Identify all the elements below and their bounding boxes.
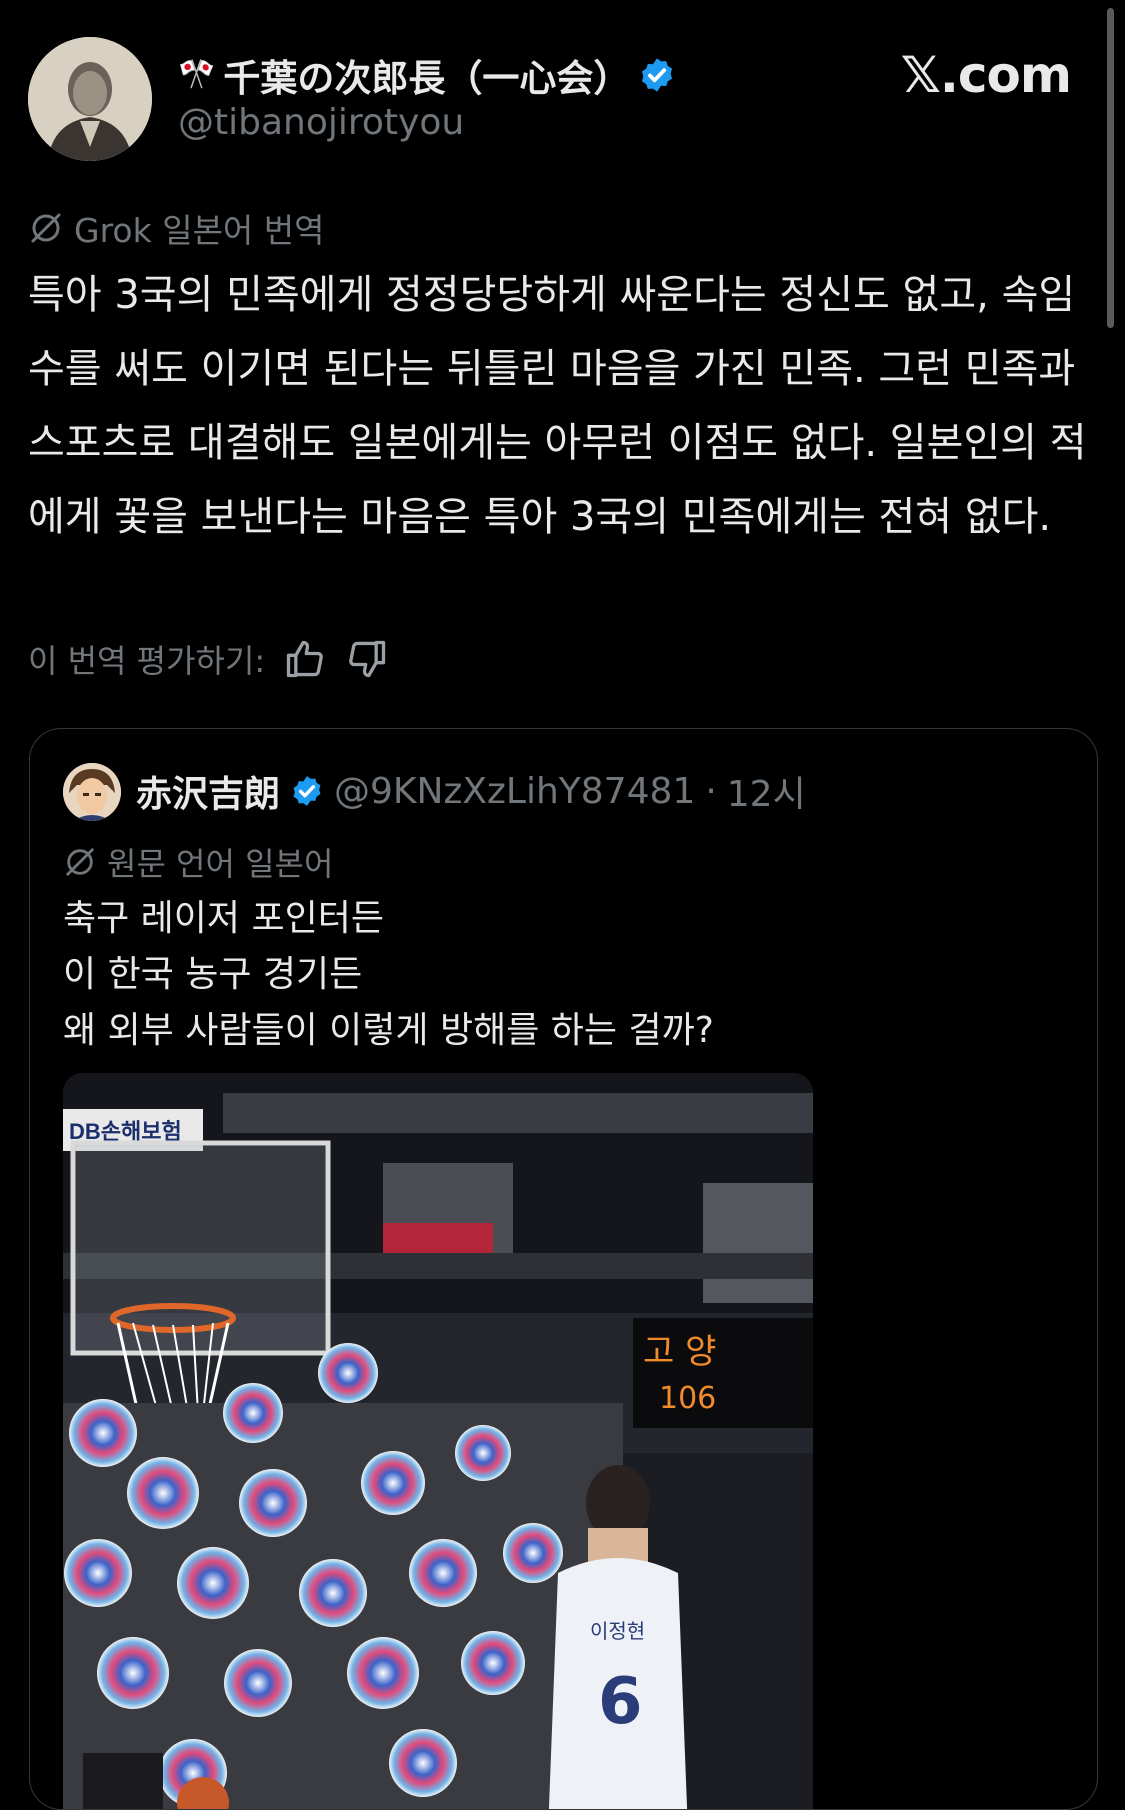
thumbs-down-icon[interactable] (345, 637, 389, 681)
flags-emoji: 🎌 (178, 57, 216, 92)
scrollbar[interactable] (1107, 8, 1114, 328)
sponsor-sign: DB손해보험 (69, 1119, 182, 1144)
rate-label: 이 번역 평가하기: (28, 642, 266, 680)
author-handle[interactable]: @tibanojirotyou (178, 102, 464, 143)
quoted-handle[interactable]: @9KNzXzLihY87481 (334, 771, 695, 812)
original-language-text: 원문 언어 일본어 (107, 845, 334, 883)
quoted-author-row[interactable]: 赤沢吉朗 @9KNzXzLihY87481 · 12시 (136, 765, 806, 817)
basketball-scene-image: DB손해보험 고 양 106 이정현 6 (63, 1073, 813, 1809)
author-display-name[interactable]: 千葉の次郎長（一心会） (223, 48, 630, 102)
jersey-number: 6 (598, 1665, 643, 1739)
quoted-author-avatar[interactable] (63, 763, 121, 821)
quoted-tweet[interactable]: 赤沢吉朗 @9KNzXzLihY87481 · 12시 원문 언어 일본어 축구… (29, 728, 1098, 1810)
verified-badge-icon (642, 58, 673, 92)
thumbs-up-icon[interactable] (283, 637, 327, 681)
verified-badge-icon (293, 776, 321, 806)
rate-translation: 이 번역 평가하기: (28, 636, 389, 682)
grok-icon (66, 848, 94, 876)
quoted-media-video[interactable]: DB손해보험 고 양 106 이정현 6 (63, 1073, 813, 1809)
author-name-row[interactable]: 🎌 千葉の次郎長（一心会） (178, 48, 676, 102)
grok-translation-label: Grok 일본어 번역 (28, 204, 325, 252)
scoreboard-score: 106 (659, 1381, 716, 1416)
player-name: 이정현 (590, 1619, 645, 1643)
author-avatar[interactable] (28, 37, 152, 161)
meta-separator: · (705, 770, 717, 812)
quoted-display-name[interactable]: 赤沢吉朗 (136, 765, 280, 817)
tweet-body: 특아 3국의 민족에게 정정당당하게 싸운다는 정신도 없고, 속임수를 써도 … (28, 272, 1087, 540)
quoted-tweet-body: 축구 레이저 포인터든 이 한국 농구 경기든 왜 외부 사람들이 이렇게 방해… (63, 898, 714, 1051)
grok-icon (31, 213, 61, 243)
scoreboard-team: 고 양 (643, 1332, 716, 1372)
site-logo: 𝕏.com (900, 46, 1072, 104)
grok-label-text: Grok 일본어 번역 (74, 211, 325, 250)
quoted-timestamp[interactable]: 12시 (727, 765, 806, 817)
original-language-label: 원문 언어 일본어 (63, 839, 333, 885)
